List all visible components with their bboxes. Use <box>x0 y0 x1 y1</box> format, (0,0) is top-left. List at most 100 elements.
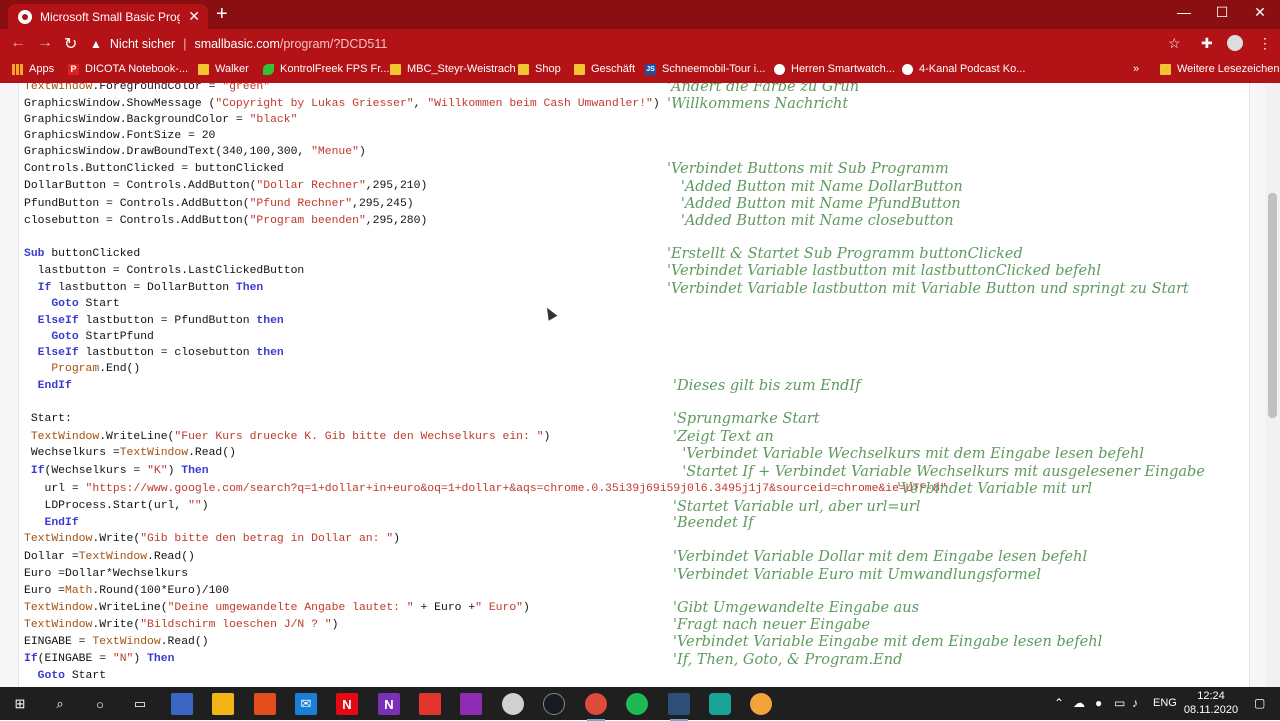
tray-chevron-icon[interactable]: ⌃ <box>1054 696 1064 710</box>
cortana-circle-icon[interactable]: ○ <box>89 693 111 715</box>
microphone-icon[interactable]: ● <box>1095 696 1102 710</box>
bookmark-podcast[interactable]: 4-Kanal Podcast Ko... <box>902 63 1025 75</box>
code-line: ElseIf lastbutton = closebutton then <box>37 347 284 359</box>
speaker-icon[interactable]: ♪ <box>1132 696 1138 710</box>
app-icon[interactable] <box>419 693 441 715</box>
code-line: LDProcess.Start(url, "") <box>24 500 209 512</box>
network-icon[interactable]: ▭ <box>1114 696 1125 710</box>
code-comment: 'Added Button mit Name DollarButton <box>667 179 963 195</box>
forward-arrow-icon[interactable]: → <box>37 34 53 52</box>
office-icon[interactable] <box>254 693 276 715</box>
steam-icon[interactable] <box>543 693 565 715</box>
code-comment: 'Gibt Umgewandelte Eingabe aus <box>673 600 920 616</box>
close-window-button[interactable]: ✕ <box>1250 4 1270 21</box>
code-line: GraphicsWindow.DrawBoundText(340,100,300… <box>24 146 366 158</box>
vertical-scrollbar[interactable] <box>1265 83 1280 687</box>
code-comment: 'Verbindet Variable Euro mit Umwandlungs… <box>673 567 1042 583</box>
language-indicator[interactable]: ENG <box>1153 697 1177 709</box>
bookmark-other-folder[interactable]: Weitere Lesezeichen <box>1160 63 1280 75</box>
maximize-button[interactable]: ☐ <box>1212 4 1232 21</box>
code-line: TextWindow.WriteLine("Deine umgewandelte… <box>24 602 530 614</box>
code-line: closebutton = Controls.AddButton("Progra… <box>24 215 428 227</box>
clock-date: 08.11.2020 <box>1183 704 1239 716</box>
extensions-puzzle-icon[interactable]: ✚ <box>1201 35 1213 52</box>
bookmark-label: DICOTA Notebook-... <box>85 63 189 75</box>
new-tab-button[interactable]: + <box>216 4 228 24</box>
address-bar[interactable]: ▲ Nicht sicher | smallbasic.com/program/… <box>90 31 1190 56</box>
back-arrow-icon[interactable]: ← <box>10 34 26 52</box>
tab-title: Microsoft Small Basic Program Li <box>40 9 180 24</box>
code-line: Euro =Math.Round(100*Euro)/100 <box>24 585 230 597</box>
menu-kebab-icon[interactable]: ⋮ <box>1258 35 1272 52</box>
store-icon[interactable] <box>171 693 193 715</box>
browser-toolbar: ← → ↻ ▲ Nicht sicher | smallbasic.com/pr… <box>0 29 1280 58</box>
bookmark-kontrolfreek[interactable]: KontrolFreek FPS Fr... <box>263 63 389 75</box>
minimize-button[interactable]: — <box>1174 4 1194 20</box>
bookmark-smartwatch[interactable]: Herren Smartwatch... <box>774 63 895 75</box>
discord-icon[interactable] <box>502 693 524 715</box>
code-line: TextWindow.WriteLine("Fuer Kurs druecke … <box>30 431 551 443</box>
smallbasic-favicon-icon <box>18 9 32 24</box>
file-explorer-icon[interactable] <box>212 693 234 715</box>
code-line: Start: <box>24 413 72 425</box>
js-favicon-icon: JS <box>645 63 656 75</box>
mail-icon[interactable]: ✉ <box>295 693 317 715</box>
onenote-icon[interactable]: N <box>378 693 400 715</box>
code-comment: 'Zeigt Text an <box>673 429 774 445</box>
bookmark-schneemobil[interactable]: JS Schneemobil-Tour i... <box>645 63 765 75</box>
bookmark-geschaeft[interactable]: Geschäft <box>574 63 635 75</box>
code-line: If lastbutton = DollarButton Then <box>37 282 264 294</box>
bookmarks-overflow-button[interactable]: » <box>1133 63 1139 75</box>
bookmark-shop[interactable]: Shop <box>518 63 561 75</box>
reload-icon[interactable]: ↻ <box>64 34 77 54</box>
tab-close-icon[interactable]: ✕ <box>188 8 200 25</box>
bookmark-label: Schneemobil-Tour i... <box>662 63 766 75</box>
clock-time: 12:24 <box>1197 690 1225 702</box>
code-comment: 'Beendet If <box>673 515 754 531</box>
code-comment: 'Verbindet Variable Dollar mit dem Einga… <box>673 549 1088 565</box>
code-comment: 'Startet Variable url, aber url=url <box>673 499 921 515</box>
affinity-icon[interactable] <box>460 693 482 715</box>
windows-start-icon[interactable]: ⊞ <box>9 693 31 715</box>
scrollbar-thumb[interactable] <box>1268 193 1277 418</box>
code-line: GraphicsWindow.BackgroundColor = "black" <box>24 114 298 126</box>
folder-icon <box>390 63 401 75</box>
bookmark-mbc[interactable]: MBC_Steyr-Weistrach <box>390 63 516 75</box>
code-line: Euro =Dollar*Wechselkurs <box>24 568 189 580</box>
clock[interactable]: 12:24 08.11.2020 <box>1183 689 1239 717</box>
url-host[interactable]: smallbasic.com <box>194 37 279 51</box>
app-icon[interactable] <box>709 693 731 715</box>
code-comment: 'Verbindet Variable Wechselkurs mit dem … <box>673 446 1145 462</box>
onedrive-cloud-icon[interactable]: ☁ <box>1073 696 1085 710</box>
spotify-icon[interactable] <box>626 693 648 715</box>
bookmark-dicota[interactable]: P DICOTA Notebook-... <box>68 63 188 75</box>
notifications-icon[interactable]: ▢ <box>1254 696 1265 710</box>
bookmark-walker[interactable]: Walker <box>198 63 249 75</box>
bookmark-label: Geschäft <box>591 63 636 75</box>
code-comment: 'Ändert die Farbe zu Grün <box>667 83 860 95</box>
chrome-icon[interactable] <box>585 693 607 721</box>
bookmark-label: Apps <box>29 63 55 75</box>
page-content: TextWindow.ForegroundColor = "green" Grap… <box>0 83 1280 687</box>
browser-tab[interactable]: Microsoft Small Basic Program Li ✕ <box>8 4 208 29</box>
url-path[interactable]: /program/?DCD511 <box>280 37 387 51</box>
folder-icon <box>574 63 585 75</box>
code-comment: 'Verbindet Variable mit url <box>897 481 1093 497</box>
code-line: PfundButton = Controls.AddButton("Pfund … <box>24 198 414 210</box>
code-line: lastbutton = Controls.LastClickedButton <box>24 265 305 277</box>
globe-favicon-icon <box>774 63 785 75</box>
profile-avatar-icon[interactable] <box>1227 35 1243 51</box>
bookmark-star-icon[interactable]: ☆ <box>1168 35 1181 52</box>
code-line: Controls.ButtonClicked = buttonClicked <box>24 163 284 175</box>
task-view-icon[interactable]: ▭ <box>129 693 151 715</box>
search-icon[interactable]: ⌕ <box>49 693 71 715</box>
code-line: Wechselkurs =TextWindow.Read() <box>24 447 236 459</box>
bookmark-label: MBC_Steyr-Weistrach <box>407 63 516 75</box>
bookmark-apps[interactable]: Apps <box>12 63 54 75</box>
warning-triangle-icon[interactable]: ▲ <box>90 37 102 51</box>
code-line: ElseIf lastbutton = PfundButton then <box>37 315 284 327</box>
smallbasic-icon[interactable] <box>668 693 690 721</box>
security-label[interactable]: Nicht sicher <box>110 37 175 51</box>
netflix-icon[interactable]: N <box>336 693 358 715</box>
app-icon[interactable] <box>750 693 772 715</box>
